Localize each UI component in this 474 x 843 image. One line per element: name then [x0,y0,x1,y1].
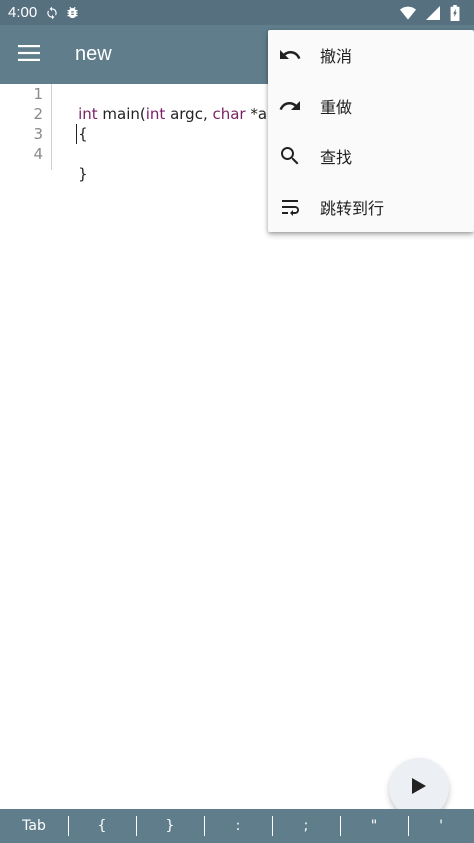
status-bar: 4:00 [0,0,474,25]
menu-item-label: 重做 [320,97,353,117]
line-number-gutter: 1 2 3 4 [0,84,52,170]
line-number: 4 [33,145,43,163]
menu-item-label: 跳转到行 [320,198,385,218]
menu-item-goto-line[interactable]: 跳转到行 [268,182,474,233]
code-text: main( [97,105,146,123]
navigation-drawer-button[interactable] [0,25,58,84]
line-number: 1 [33,85,43,103]
symbol-key-tab[interactable]: Tab [0,809,68,843]
symbol-key-close-brace[interactable]: } [136,809,204,843]
wifi-icon [400,6,416,20]
status-time: 4:00 [8,4,38,21]
bug-icon [65,5,80,20]
code-line[interactable]: int main(int argc, char *argv [59,84,291,123]
hamburger-menu-icon [18,44,40,65]
menu-item-undo[interactable]: 撤消 [268,30,474,81]
symbol-key-double-quote[interactable]: " [340,809,408,843]
line-number: 2 [33,105,43,123]
code-keyword: int [145,105,166,123]
redo-icon [278,94,302,118]
code-text: { [78,125,88,143]
symbol-key-single-quote[interactable]: ' [408,809,474,843]
menu-item-label: 撤消 [320,47,353,67]
line-number: 3 [33,125,43,143]
menu-item-redo[interactable]: 重做 [268,81,474,132]
search-icon [278,144,302,168]
play-icon [412,778,426,798]
undo-icon [278,43,302,67]
menu-item-label: 查找 [320,148,353,168]
sync-icon [45,6,59,20]
code-line[interactable]: { [59,104,88,143]
code-line[interactable]: } [59,144,88,183]
symbol-key-colon[interactable]: : [204,809,272,843]
battery-icon [450,4,460,21]
overflow-menu: 撤消 重做 查找 跳转到行 [268,30,474,232]
symbol-key-semicolon[interactable]: ; [272,809,340,843]
signal-icon [426,5,440,20]
file-title: new [75,43,112,65]
code-text: } [78,165,88,183]
text-cursor [76,124,77,144]
code-keyword: char [212,105,246,123]
code-text: argc, [165,105,213,123]
symbol-key-open-brace[interactable]: { [68,809,136,843]
menu-item-find[interactable]: 查找 [268,131,474,182]
wrap-text-icon [278,195,302,219]
symbol-input-bar: Tab { } : ; " ' [0,809,474,843]
